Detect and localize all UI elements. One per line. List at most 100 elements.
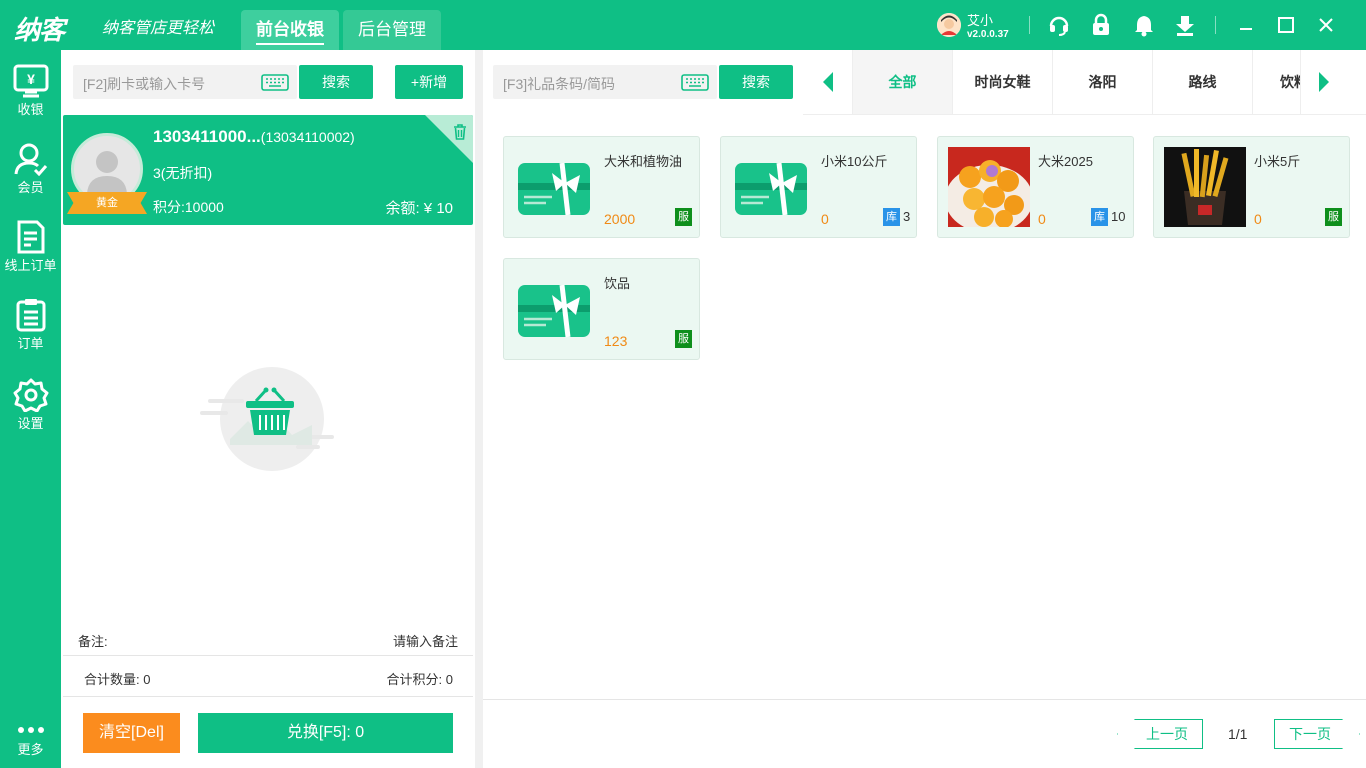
nav-label-order: 订单 [17,336,44,351]
nav-item-cashier[interactable]: ¥ 收银 [0,64,61,136]
product-name: 大米2025 [1038,154,1093,169]
next-page-button[interactable]: 下一页 [1274,719,1360,749]
product-price: 123 [604,333,628,349]
app-slogan: 纳客管店更轻松 [102,18,215,37]
panel-divider [475,50,483,768]
stock-count: 3 [903,209,911,224]
nav-item-online-order[interactable]: 线上订单 [0,220,61,292]
close-icon[interactable] [1314,13,1338,37]
clear-cart-button[interactable]: 清空[Del] [83,713,180,753]
category-tab-luoyang[interactable]: 洛阳 [1052,50,1152,114]
member-balance: 余额: ¥ 10 [385,200,453,217]
category-scroll-area [1300,50,1366,114]
left-nav: ¥ 收银 会员 线上订单 订单 设置 更多 [0,50,61,768]
remark-label: 备注: [78,634,108,649]
product-card[interactable]: 大米2025 0 库 10 [937,136,1134,238]
nav-item-more[interactable]: 更多 [0,722,61,768]
prev-page-button[interactable]: 上一页 [1117,719,1203,749]
tab-front-cashier[interactable]: 前台收银 [241,10,339,50]
product-price: 0 [821,211,829,227]
register-icon: ¥ [13,64,48,98]
member-search-button[interactable]: 搜索 [299,65,373,99]
member-card-number: (13034110002) [260,129,355,145]
user-name[interactable]: 艾小 [967,10,993,29]
nav-label-more: 更多 [17,742,44,757]
nav-item-order[interactable]: 订单 [0,298,61,370]
empty-cart-icon [200,367,334,471]
keyboard-icon[interactable] [681,74,709,91]
nav-label-member: 会员 [17,180,44,195]
minimize-icon[interactable] [1234,13,1258,37]
nav-label-online-order: 线上订单 [4,258,57,273]
product-name: 大米和植物油 [604,154,683,169]
trash-icon[interactable] [452,123,468,141]
tab-front-cashier-label: 前台收银 [256,20,324,45]
headset-icon[interactable] [1048,13,1070,37]
user-avatar[interactable] [937,13,961,37]
product-card[interactable]: 大米和植物油 2000 服 [503,136,700,238]
product-card[interactable]: 小米10公斤 0 库 3 [720,136,917,238]
member-level-badge: 黄金 [67,192,147,214]
divider [63,655,473,656]
product-price: 0 [1038,211,1046,227]
online-order-icon [17,220,44,254]
product-search-input[interactable]: [F3]礼品条码/简码 [493,65,717,99]
product-card[interactable]: 饮品 123 服 [503,258,700,360]
nav-item-member[interactable]: 会员 [0,142,61,214]
total-points: 合计积分: 0 [386,672,453,687]
member-search-input[interactable]: [F2]刷卡或输入卡号 [73,65,297,99]
product-price: 2000 [604,211,636,227]
app-version: v2.0.0.37 [967,29,1009,40]
chevron-left-icon[interactable] [821,70,835,94]
service-tag: 服 [1325,208,1342,226]
bell-icon[interactable] [1133,13,1155,37]
stock-tag: 库 [883,208,900,226]
category-tab-drinks[interactable]: 饮料 [1252,50,1300,114]
category-bar: 全部 时尚女鞋 洛阳 路线 饮料 [803,50,1366,115]
app-logo: 纳客 [14,15,65,45]
member-name-text: 1303411000... [153,127,261,146]
stock-tag: 库 [1091,208,1108,226]
lock-icon[interactable] [1090,13,1112,37]
stock-count: 10 [1111,209,1126,224]
divider [483,699,1366,700]
gift-card-icon [518,162,590,216]
product-photo [948,147,1030,227]
separator [1029,16,1030,34]
category-tab-route[interactable]: 路线 [1152,50,1252,114]
nav-label-settings: 设置 [17,416,44,431]
gift-card-icon [518,284,590,338]
separator [1215,16,1216,34]
nav-item-settings[interactable]: 设置 [0,378,61,450]
member-name: 1303411000...(13034110002) [153,127,355,147]
remark-input[interactable]: 请输入备注 [393,631,458,650]
svg-text:¥: ¥ [27,71,35,87]
add-member-button[interactable]: +新增 [395,65,463,99]
maximize-icon[interactable] [1274,13,1298,37]
product-name: 小米5斤 [1254,154,1301,169]
member-card[interactable]: 黄金 1303411000...(13034110002) 3(无折扣) 积分:… [63,115,473,225]
total-quantity: 合计数量: 0 [84,672,151,687]
product-card[interactable]: 小米5斤 0 服 [1153,136,1350,238]
page-info: 1/1 [1228,726,1248,742]
exchange-button[interactable]: 兑换[F5]: 0 [198,713,453,753]
product-photo [1164,147,1246,227]
nav-label-cashier: 收银 [17,102,44,117]
download-icon[interactable] [1174,13,1196,37]
member-level: 3(无折扣) [153,165,213,181]
service-tag: 服 [675,330,692,348]
category-tab-all[interactable]: 全部 [852,50,952,114]
keyboard-icon[interactable] [261,74,289,91]
product-search-button[interactable]: 搜索 [719,65,793,99]
category-tab-women-shoes[interactable]: 时尚女鞋 [952,50,1052,114]
more-icon [17,727,44,733]
member-search-placeholder: [F2]刷卡或输入卡号 [83,76,206,92]
product-name: 饮品 [604,276,631,291]
top-bar: 纳客 纳客管店更轻松 前台收银 后台管理 艾小 v2.0.0.37 [0,0,1366,50]
tab-back-office[interactable]: 后台管理 [343,10,441,50]
member-icon [14,143,47,176]
product-name: 小米10公斤 [821,154,888,169]
chevron-right-icon[interactable] [1317,70,1331,94]
divider [63,696,473,697]
product-price: 0 [1254,211,1262,227]
